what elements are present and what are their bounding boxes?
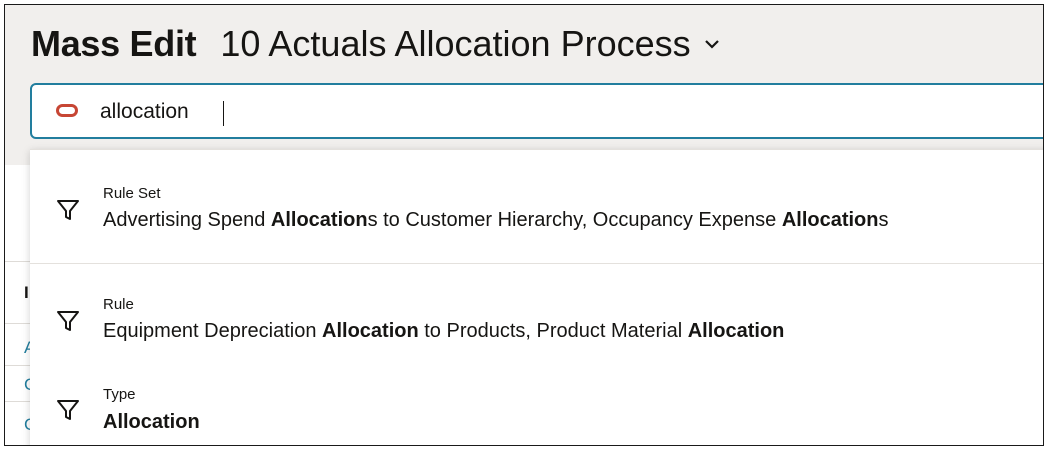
match-highlight: Allocation <box>270 209 368 231</box>
suggestion-text-run: s <box>878 209 889 231</box>
text-caret <box>223 101 224 126</box>
suggestion-category: Rule Set <box>103 185 161 202</box>
process-name: 10 Actuals Allocation Process <box>220 23 691 64</box>
suggestion-text: Allocation <box>103 411 200 434</box>
match-highlight: Allocation <box>781 209 879 231</box>
suggestion-rule[interactable]: Rule Equipment Depreciation Allocation t… <box>30 264 1043 374</box>
page-title: Mass Edit 10 Actuals Allocation Process <box>31 21 723 67</box>
suggestion-rule-set[interactable]: Rule Set Advertising Spend Allocations t… <box>30 150 1043 263</box>
match-highlight: Allocation <box>322 320 419 342</box>
suggestion-text-run: Advertising Spend <box>103 209 271 231</box>
oracle-logo-icon <box>56 104 78 117</box>
page-header: Mass Edit 10 Actuals Allocation Process <box>5 5 1043 165</box>
suggestion-text-run: to Products, Product Material <box>418 320 688 342</box>
filter-icon <box>56 398 80 422</box>
search-suggestions-dropdown: Rule Set Advertising Spend Allocations t… <box>30 149 1043 445</box>
filter-icon <box>56 309 80 333</box>
mass-edit-window: Mass Edit 10 Actuals Allocation Process … <box>4 4 1044 446</box>
page-title-mass-edit: Mass Edit <box>31 23 197 64</box>
suggestion-text-run: Equipment Depreciation <box>103 320 323 342</box>
search-input[interactable] <box>100 95 1000 129</box>
suggestion-category: Type <box>103 386 136 403</box>
suggestion-text: Equipment Depreciation Allocation to Pro… <box>103 320 784 343</box>
match-highlight: Allocation <box>103 411 200 433</box>
suggestion-text-run: s to Customer Hierarchy, Occupancy Expen… <box>367 209 782 231</box>
suggestion-text: Advertising Spend Allocations to Custome… <box>103 209 888 232</box>
suggestion-type[interactable]: Type Allocation <box>30 374 1043 445</box>
suggestion-category: Rule <box>103 296 134 313</box>
filter-icon <box>56 198 80 222</box>
match-highlight: Allocation <box>687 320 785 342</box>
chevron-down-icon[interactable] <box>701 33 723 55</box>
table-header-fragment: I <box>24 283 29 302</box>
search-box[interactable] <box>30 83 1043 139</box>
